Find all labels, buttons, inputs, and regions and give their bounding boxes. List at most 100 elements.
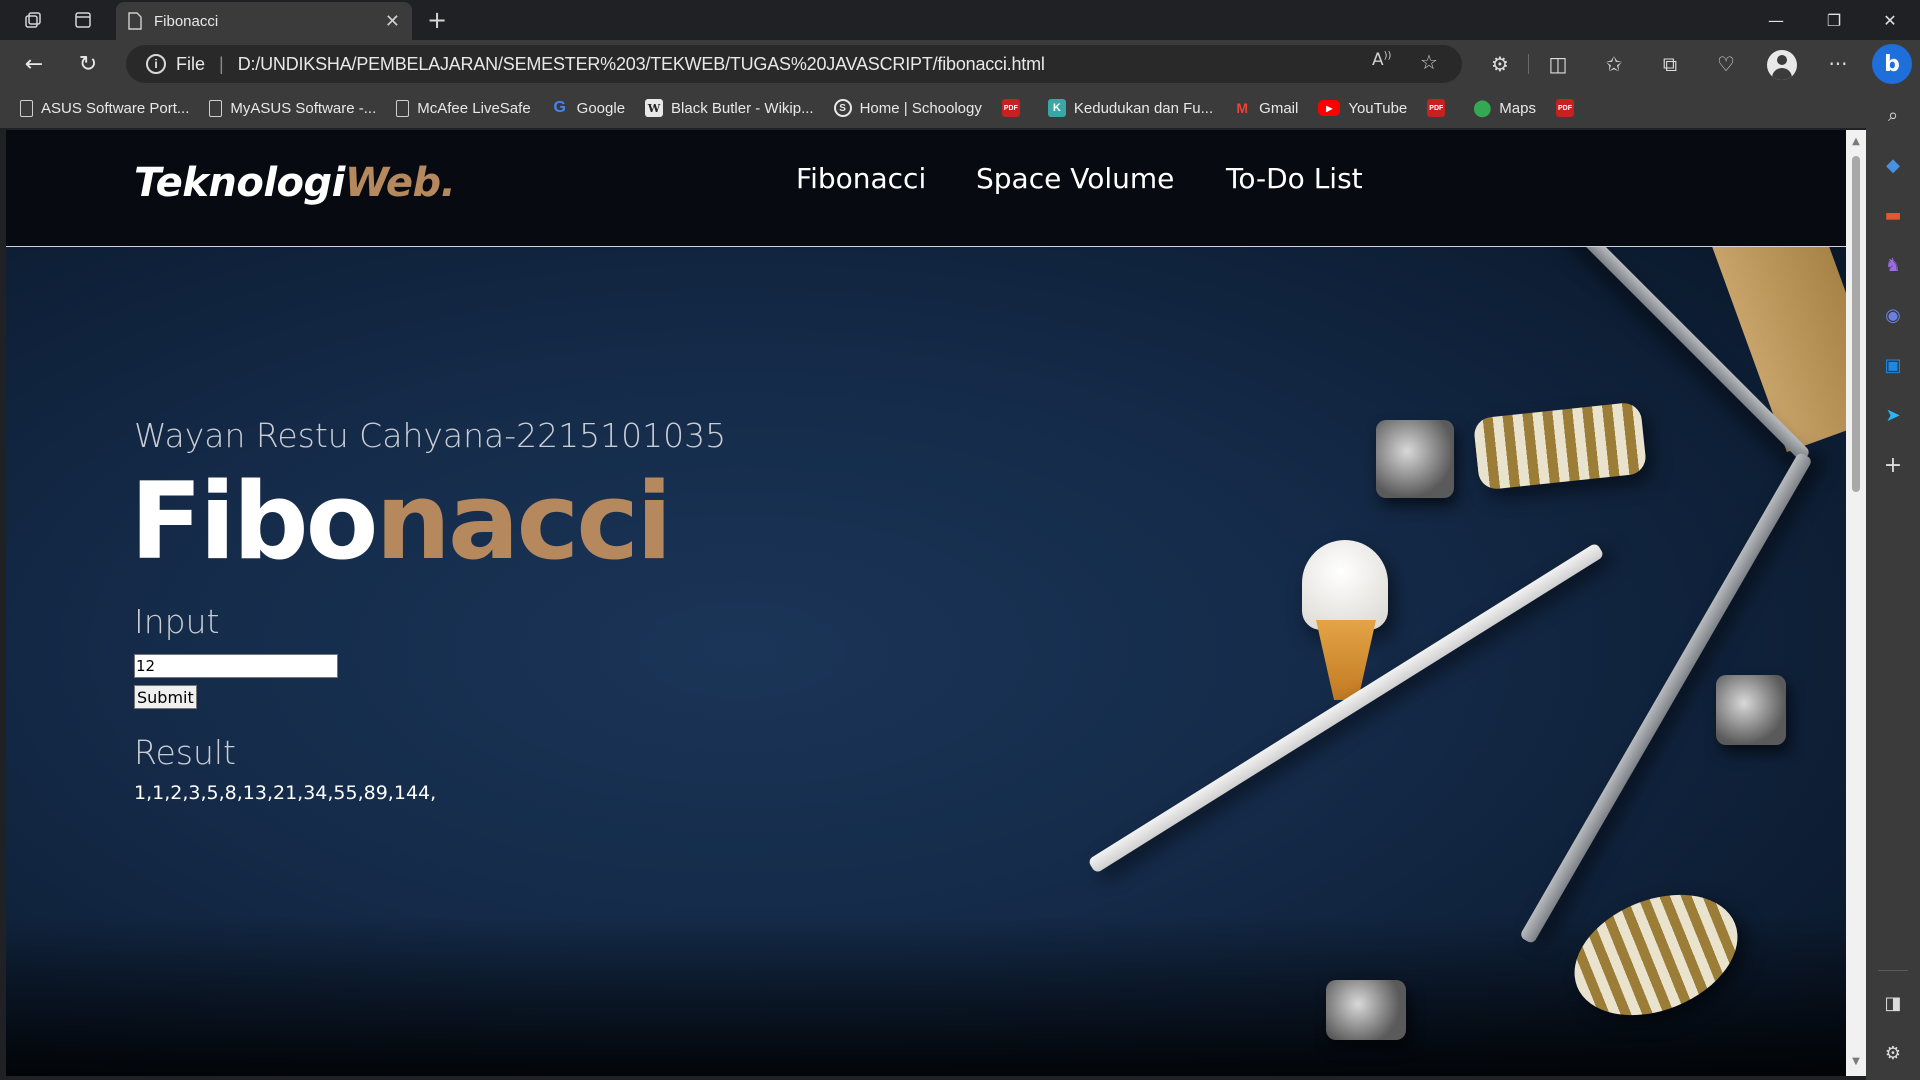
close-tab-icon[interactable]: ✕ — [385, 11, 400, 32]
info-icon[interactable]: i — [146, 54, 166, 74]
site-logo[interactable]: TeknologiWeb. — [134, 160, 456, 206]
bookmark-item[interactable]: PDF — [1555, 99, 1582, 117]
page-title: Fibonacci — [130, 460, 672, 583]
favorite-star-icon[interactable]: ☆ — [1420, 50, 1438, 74]
close-window-icon[interactable]: ✕ — [1862, 0, 1918, 40]
page-icon — [396, 99, 410, 117]
bookmark-item[interactable]: ASUS Software Port... — [20, 99, 190, 117]
google-icon: G — [553, 99, 566, 116]
bookmark-item[interactable]: K Kedudukan dan Fu... — [1047, 99, 1214, 117]
back-arrow-icon[interactable]: ← — [14, 44, 54, 84]
page-icon — [209, 99, 223, 117]
wikipedia-icon: W — [645, 99, 664, 117]
result-label: Result — [134, 733, 236, 772]
bookmark-item[interactable]: McAfee LiveSafe — [396, 99, 531, 117]
nav-link-space-volume[interactable]: Space Volume — [976, 162, 1174, 195]
bookmark-item[interactable]: S Home | Schoology — [833, 99, 982, 117]
author-subtitle: Wayan Restu Cahyana-2215101035 — [134, 416, 727, 455]
bookmark-label: ASUS Software Port... — [41, 99, 190, 117]
youtube-icon: ▶ — [1318, 100, 1341, 116]
sidebar-settings-icon[interactable]: ⚙ — [1878, 1038, 1908, 1068]
search-icon[interactable]: ⌕ — [1878, 100, 1908, 130]
drop-send-icon[interactable]: ➤ — [1878, 400, 1908, 430]
read-aloud-icon[interactable]: A)) — [1372, 50, 1391, 70]
favorites-icon[interactable]: ✩ — [1594, 44, 1634, 84]
page-icon — [20, 99, 33, 117]
add-sidebar-app-icon[interactable]: + — [1878, 450, 1908, 480]
bookmark-label: Black Butler - Wikip... — [671, 99, 814, 117]
bookmark-item[interactable]: G Google — [551, 99, 625, 117]
url-text[interactable]: D:/UNDIKSHA/PEMBELAJARAN/SEMESTER%203/TE… — [238, 54, 1045, 75]
refresh-icon[interactable]: ↻ — [68, 44, 108, 84]
outlook-icon[interactable]: ▣ — [1878, 350, 1908, 380]
result-value: 1,1,2,3,5,8,13,21,34,55,89,144, — [134, 782, 437, 804]
gmail-icon: M — [1236, 100, 1248, 116]
bookmark-label: Google — [576, 99, 626, 117]
collections-icon[interactable]: ⧉ — [1650, 44, 1690, 84]
page-viewport: TeknologiWeb. Fibonacci Space Volume To-… — [6, 130, 1846, 1076]
restore-icon[interactable]: ❐ — [1806, 0, 1862, 40]
bookmarks-bar: ASUS Software Port... MyASUS Software -.… — [0, 88, 1880, 128]
logo-accent-text: Web. — [344, 160, 456, 206]
tab-actions-icon[interactable] — [66, 0, 100, 40]
schoology-icon: S — [833, 99, 852, 117]
number-input[interactable] — [134, 654, 338, 678]
bookmark-label: Home | Schoology — [859, 99, 982, 117]
pdf-icon: PDF — [1555, 99, 1574, 117]
bookmark-item[interactable]: PDF — [1001, 99, 1028, 117]
copilot-icon[interactable]: b — [1872, 44, 1912, 84]
address-divider: | — [219, 53, 224, 74]
page-icon — [128, 12, 142, 30]
washi-tape-image — [1472, 401, 1648, 491]
browser-toolbar: ← ↻ i File | D:/UNDIKSHA/PEMBELAJARAN/SE… — [0, 40, 1920, 88]
ice-cream-eraser-image — [1302, 540, 1388, 630]
profile-avatar[interactable] — [1767, 50, 1797, 80]
bookmark-label: MyASUS Software -... — [230, 99, 377, 117]
title-main-text: Fibo — [130, 460, 378, 583]
minimize-icon[interactable]: — — [1748, 0, 1804, 40]
bookmark-label: Maps — [1499, 99, 1536, 117]
scroll-thumb[interactable] — [1852, 156, 1860, 492]
title-bar: Fibonacci ✕ + — ❐ ✕ — [0, 0, 1920, 40]
toolbar-divider — [1528, 54, 1529, 74]
tools-briefcase-icon[interactable]: ▬ — [1878, 200, 1908, 230]
workspaces-icon[interactable] — [16, 0, 50, 40]
more-menu-icon[interactable]: ··· — [1818, 44, 1858, 84]
scroll-down-arrow-icon[interactable]: ▼ — [1850, 1056, 1862, 1068]
kedudukan-icon: K — [1047, 99, 1066, 117]
logo-main-text: Teknologi — [134, 160, 345, 206]
address-bar[interactable]: i File | D:/UNDIKSHA/PEMBELAJARAN/SEMEST… — [126, 45, 1462, 83]
binder-clip-image — [1376, 420, 1454, 498]
tab-fibonacci[interactable]: Fibonacci ✕ — [116, 2, 412, 40]
maps-icon: ⬤ — [1473, 100, 1492, 117]
scheme-label: File — [176, 53, 206, 74]
bookmark-item[interactable]: MyASUS Software -... — [209, 99, 377, 117]
binder-clip-image — [1716, 675, 1786, 745]
nav-link-todo-list[interactable]: To-Do List — [1226, 162, 1363, 195]
bookmark-item[interactable]: ⬤ Maps — [1473, 99, 1536, 118]
submit-button[interactable]: Submit — [134, 685, 197, 709]
binder-clip-image — [1326, 980, 1406, 1040]
extensions-icon[interactable]: ⚙ — [1480, 44, 1520, 84]
bookmark-item[interactable]: M Gmail — [1233, 99, 1298, 117]
new-tab-icon[interactable]: + — [420, 0, 454, 40]
bookmark-label: Kedudukan dan Fu... — [1073, 99, 1214, 117]
split-screen-icon[interactable]: ◫ — [1538, 44, 1578, 84]
browser-essentials-icon[interactable]: ♡ — [1706, 44, 1746, 84]
games-icon[interactable]: ♞ — [1878, 250, 1908, 280]
nav-link-fibonacci[interactable]: Fibonacci — [796, 162, 926, 195]
bookmark-item[interactable]: PDF — [1427, 99, 1453, 117]
bookmark-item[interactable]: ▶ YouTube — [1318, 100, 1407, 117]
title-accent-text: nacci — [375, 460, 672, 583]
tab-title: Fibonacci — [154, 12, 219, 30]
scroll-up-arrow-icon[interactable]: ▲ — [1850, 136, 1862, 148]
sidebar-divider — [1878, 970, 1908, 971]
page-scrollbar[interactable]: ▲ ▼ — [1846, 130, 1866, 1076]
bookmark-item[interactable]: W Black Butler - Wikip... — [645, 99, 814, 117]
microsoft-365-icon[interactable]: ◉ — [1878, 300, 1908, 330]
hide-sidebar-icon[interactable]: ◨ — [1878, 988, 1908, 1018]
shopping-tag-icon[interactable]: ◆ — [1878, 150, 1908, 180]
pdf-icon: PDF — [1427, 99, 1446, 117]
bookmark-label: Gmail — [1259, 99, 1299, 117]
pdf-icon: PDF — [1001, 99, 1020, 117]
